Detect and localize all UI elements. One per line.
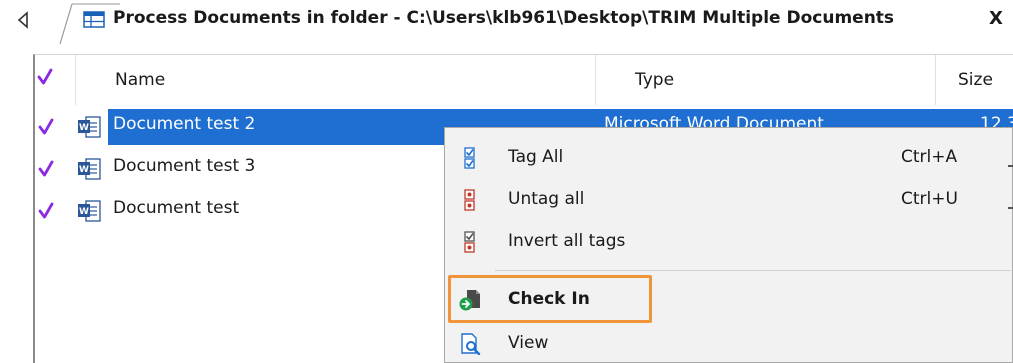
row-name: Document test: [113, 198, 240, 218]
view-icon: [461, 333, 481, 355]
svg-text:W: W: [79, 207, 89, 217]
word-document-icon: W: [78, 200, 101, 222]
column-separator: [935, 55, 936, 105]
untag-all-icon: [464, 189, 475, 211]
triangle-left-icon[interactable]: [14, 9, 34, 31]
svg-text:W: W: [79, 123, 89, 133]
svg-text:W: W: [79, 165, 89, 175]
menu-item-view[interactable]: View: [445, 324, 1012, 363]
menu-item-untag-all[interactable]: Untag all Ctrl+U: [445, 180, 1012, 220]
menu-divider: [495, 270, 1011, 271]
tab-strip: Process Documents in folder - C:\Users\k…: [0, 0, 1013, 44]
menu-item-label: Check In: [508, 289, 590, 309]
checkmark-icon[interactable]: [38, 118, 54, 136]
menu-item-shortcut: Ctrl+U: [901, 189, 958, 209]
list-header: Name Type Size: [35, 55, 1013, 105]
close-tab-button[interactable]: X: [989, 8, 1003, 29]
menu-item-label: View: [508, 333, 549, 353]
column-header-type[interactable]: Type: [635, 70, 674, 90]
column-separator: [595, 55, 596, 105]
check-in-icon: [459, 290, 480, 311]
checkmark-icon[interactable]: [37, 68, 53, 86]
column-header-name[interactable]: Name: [115, 70, 165, 90]
word-document-icon: W: [78, 116, 101, 138]
tag-all-icon: [464, 147, 475, 169]
menu-item-label: Invert all tags: [508, 231, 626, 251]
menu-item-label: Tag All: [508, 147, 564, 167]
menu-item-tag-all[interactable]: Tag All Ctrl+A: [445, 138, 1012, 178]
checkmark-icon[interactable]: [38, 202, 54, 220]
menu-item-invert-tags[interactable]: Invert all tags: [445, 222, 1012, 262]
row-name: Document test 3: [113, 156, 256, 176]
checkmark-icon[interactable]: [38, 160, 54, 178]
edge-artifact: [1008, 165, 1013, 167]
menu-item-label: Untag all: [508, 189, 585, 209]
menu-item-check-in[interactable]: Check In: [445, 280, 1012, 320]
menu-item-shortcut: Ctrl+A: [901, 147, 958, 167]
tab-title[interactable]: Process Documents in folder - C:\Users\k…: [113, 8, 894, 28]
column-header-size[interactable]: Size: [958, 70, 993, 90]
word-document-icon: W: [78, 158, 101, 180]
context-menu: Tag All Ctrl+A Untag all Ctrl+U Invert a…: [444, 127, 1013, 363]
invert-tags-icon: [464, 231, 475, 253]
row-name: Document test 2: [113, 114, 256, 134]
column-separator: [75, 55, 76, 105]
process-documents-window: Process Documents in folder - C:\Users\k…: [0, 0, 1013, 363]
table-icon: [83, 11, 105, 28]
edge-artifact: [1008, 207, 1013, 209]
